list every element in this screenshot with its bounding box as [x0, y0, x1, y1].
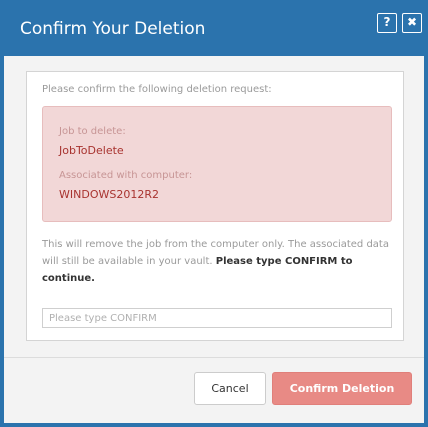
- dialog-titlebar: Confirm Your Deletion ? ✖: [0, 0, 428, 56]
- close-icon[interactable]: ✖: [402, 13, 422, 33]
- dialog-title: Confirm Your Deletion: [20, 19, 206, 39]
- confirm-deletion-dialog: Confirm Your Deletion ? ✖ Please confirm…: [0, 0, 428, 427]
- intro-text: Please confirm the following deletion re…: [42, 84, 272, 95]
- job-value: JobToDelete: [59, 144, 124, 157]
- confirm-deletion-button[interactable]: Confirm Deletion: [272, 372, 412, 405]
- computer-label: Associated with computer:: [59, 170, 193, 181]
- computer-value: WINDOWS2012R2: [59, 188, 159, 201]
- help-icon[interactable]: ?: [377, 13, 397, 33]
- deletion-details-panel: Job to delete: JobToDelete Associated wi…: [42, 106, 392, 222]
- dialog-body: Please confirm the following deletion re…: [26, 71, 404, 341]
- job-label: Job to delete:: [59, 126, 126, 137]
- cancel-button[interactable]: Cancel: [194, 372, 266, 405]
- footer-divider: [4, 357, 424, 358]
- deletion-note: This will remove the job from the comput…: [42, 236, 398, 287]
- confirm-input[interactable]: [42, 308, 392, 328]
